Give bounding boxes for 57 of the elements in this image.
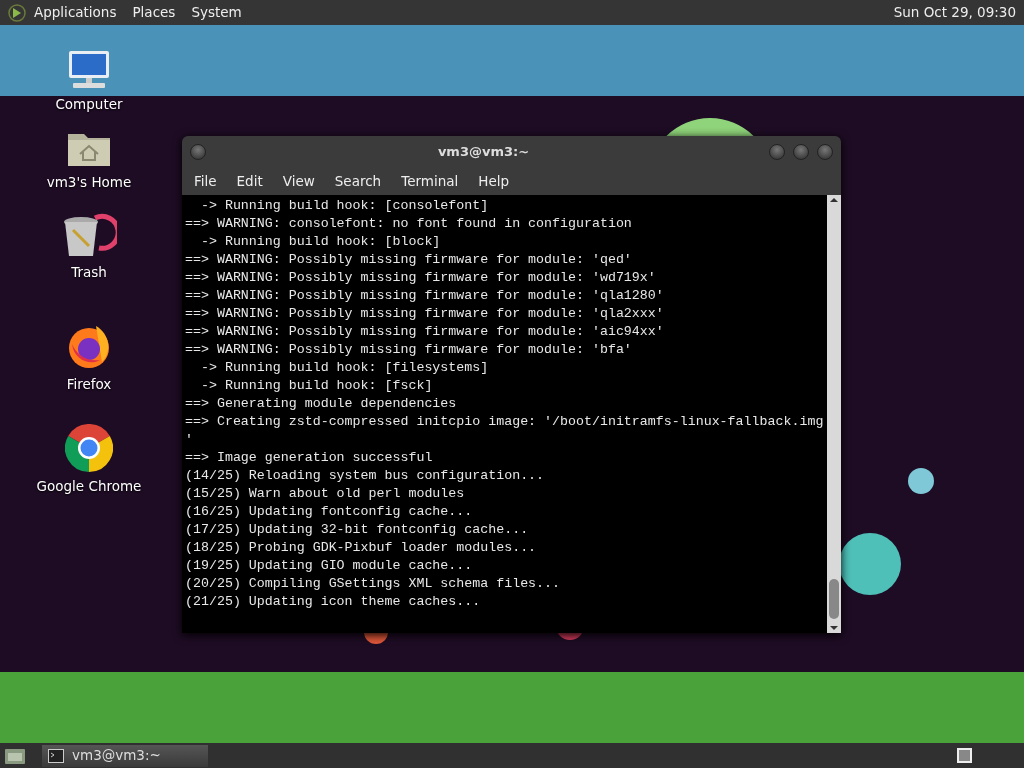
scroll-up-icon[interactable] [829,195,839,205]
terminal-line: -> Running build hook: [consolefont] [199,197,490,215]
terminal-line: ==> WARNING: Possibly missing firmware for module: 'aic94xx' [185,323,665,341]
menu-item[interactable]: Terminal [393,171,467,192]
trash-icon[interactable] [61,212,117,258]
clock: Sun Oct 29, 09:30 [893,3,1016,22]
menu-item[interactable]: Help [470,171,518,192]
window-menu-button[interactable] [190,144,206,160]
terminal-line: ==> WARNING: consolefont: no font found in configuration [185,215,633,233]
menu-item[interactable]: Search [326,171,390,192]
terminal-line: ==> WARNING: Possibly missing firmware for module: 'qla1280' [185,287,665,305]
icon-label[interactable]: Google Chrome [36,476,142,497]
taskbar-button[interactable]: vm3@vm3:~ [42,744,208,767]
terminal-icon [48,748,64,763]
scrollbar[interactable] [827,195,841,633]
minimize-button[interactable] [769,144,785,160]
terminal-line: -> Running build hook: [fsck] [199,377,434,395]
panel-menu[interactable]: Places [132,0,176,25]
terminal-line: ==> Creating zstd-compressed initcpio image: '/boot/initramfs-linux-fallback.img [185,413,825,431]
terminal-line: ==> Image generation successful [185,449,434,467]
terminal-line: ' [185,431,194,449]
workspace-switcher[interactable] [957,748,972,763]
menu-item[interactable]: View [274,171,323,192]
scroll-thumb[interactable] [829,579,839,619]
bubble [908,468,934,494]
terminal-line: ==> WARNING: Possibly missing firmware for module: 'qla2xxx' [185,305,665,323]
terminal-line: (20/25) Compiling GSettings XML schema files... [185,575,562,593]
terminal-line: (19/25) Updating GIO module cache... [185,557,474,575]
panel-menu[interactable]: Applications [34,0,117,25]
icon-label[interactable]: Computer [55,94,123,115]
window-title: vm3@vm3:~ [436,143,531,162]
close-button[interactable] [817,144,833,160]
icon-label[interactable]: Firefox [66,374,112,395]
terminal-line: -> Running build hook: [block] [199,233,442,251]
bubble [839,533,901,595]
fox-globe-icon[interactable] [66,324,112,370]
terminal-line: (15/25) Warn about old perl modules [185,485,466,503]
scroll-down-icon[interactable] [829,623,839,633]
panel-menu[interactable]: System [191,0,242,25]
browser-circle-icon[interactable] [65,424,113,472]
terminal-line: ==> WARNING: Possibly missing firmware for module: 'qed' [185,251,633,269]
icon-label[interactable]: vm3's Home [46,172,132,193]
terminal-line: ==> WARNING: Possibly missing firmware for module: 'bfa' [185,341,633,359]
terminal-line: (18/25) Probing GDK-Pixbuf loader modules... [185,539,538,557]
terminal-line: (21/25) Updating icon theme caches... [185,593,482,611]
terminal-line: (17/25) Updating 32-bit fontconfig cache... [185,521,530,539]
show-desktop-icon[interactable] [4,746,26,765]
menu-item[interactable]: Edit [228,171,271,192]
terminal-line: (16/25) Updating fontconfig cache... [185,503,474,521]
terminal-line: ==> Generating module dependencies [185,395,458,413]
terminal-line: -> Running build hook: [filesystems] [199,359,490,377]
menu-item[interactable]: File [186,171,225,192]
terminal-line: (14/25) Reloading system bus configuration... [185,467,546,485]
icon-label[interactable]: Trash [71,262,107,283]
menu-logo-icon[interactable] [8,3,26,22]
terminal-line: ==> WARNING: Possibly missing firmware for module: 'wd719x' [185,269,657,287]
maximize-button[interactable] [793,144,809,160]
